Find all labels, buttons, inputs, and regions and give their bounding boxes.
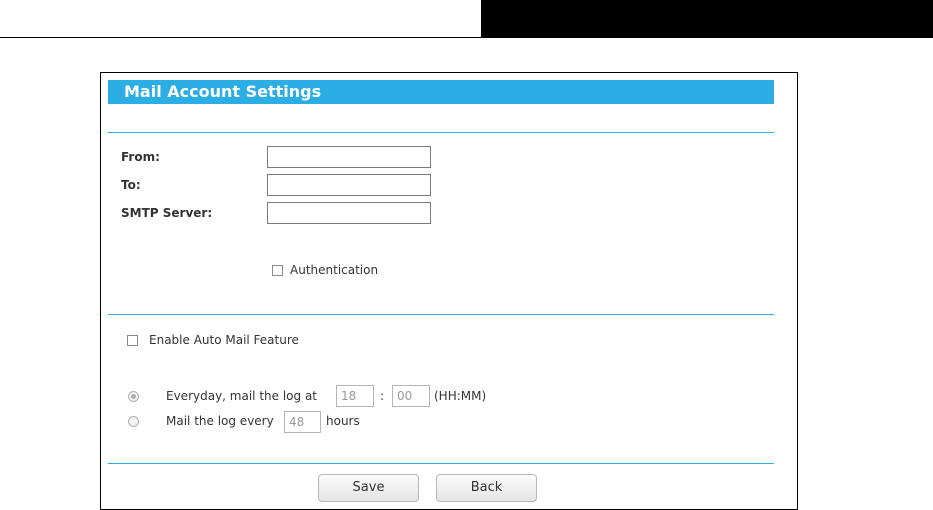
top-banner-right: [481, 0, 933, 38]
section-divider-top: [108, 132, 774, 133]
smtp-server-label: SMTP Server:: [121, 206, 213, 220]
interval-label: Mail the log every: [166, 414, 274, 428]
top-banner-left: [0, 0, 481, 38]
interval-radio[interactable]: [128, 416, 139, 427]
everyday-radio[interactable]: [128, 391, 139, 402]
save-button[interactable]: Save: [318, 474, 419, 502]
from-label: From:: [121, 150, 160, 164]
mail-settings-panel: Mail Account Settings From: To: SMTP Ser…: [100, 72, 798, 510]
interval-hours-field[interactable]: [284, 411, 321, 433]
to-label: To:: [121, 178, 141, 192]
everyday-hour-field[interactable]: [336, 385, 374, 407]
interval-hours-unit: hours: [326, 414, 360, 428]
smtp-server-field[interactable]: [267, 202, 431, 224]
panel-title: Mail Account Settings: [108, 80, 774, 104]
authentication-checkbox[interactable]: [272, 265, 283, 276]
section-divider-middle: [108, 314, 774, 315]
back-button[interactable]: Back: [436, 474, 537, 502]
to-field[interactable]: [267, 174, 431, 196]
everyday-minute-field[interactable]: [392, 385, 430, 407]
time-format-label: (HH:MM): [434, 389, 487, 403]
everyday-label: Everyday, mail the log at: [166, 389, 318, 403]
enable-auto-mail-checkbox[interactable]: [127, 335, 138, 346]
authentication-label: Authentication: [290, 263, 379, 277]
enable-auto-mail-label: Enable Auto Mail Feature: [149, 333, 299, 347]
section-divider-bottom: [108, 463, 774, 464]
from-field[interactable]: [267, 146, 431, 168]
time-separator: :: [380, 389, 385, 403]
